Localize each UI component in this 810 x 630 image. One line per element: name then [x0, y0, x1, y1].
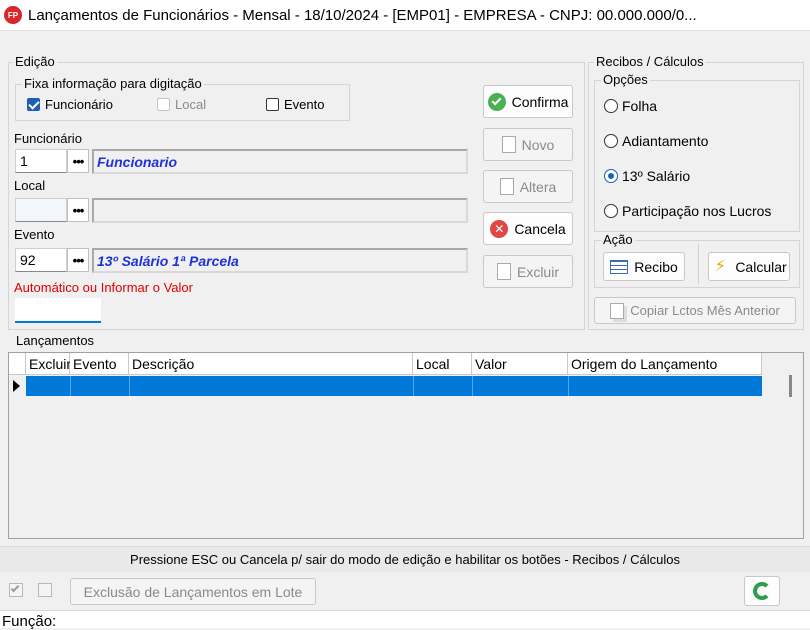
column-header-origem[interactable]: Origem do Lançamento	[568, 353, 762, 375]
radio-unselected-icon	[604, 204, 618, 218]
cancela-button[interactable]: ✕ Cancela	[483, 212, 573, 245]
calcular-button[interactable]: ⚡ Calcular	[708, 252, 790, 281]
evento-label: Evento	[14, 227, 55, 242]
radio-unselected-icon	[604, 134, 618, 148]
check-circle-icon	[487, 92, 506, 111]
app-logo-icon: FP	[4, 6, 22, 24]
fix-local-checkbox[interactable]: Local	[157, 97, 206, 112]
copiar-lctos-button[interactable]: Copiar Lctos Mês Anterior	[594, 297, 796, 324]
evento-code-input[interactable]: 92	[15, 248, 67, 272]
grid-corner-header	[9, 353, 26, 375]
funcionario-label: Funcionário	[14, 131, 82, 146]
unselect-all-checkbox[interactable]	[38, 583, 52, 597]
edicao-group-label: Edição	[13, 54, 57, 69]
refresh-c-icon	[753, 582, 771, 600]
radio-selected-icon	[604, 169, 618, 183]
option-adiantamento-radio[interactable]: Adiantamento	[604, 133, 708, 149]
recibos-group-label: Recibos / Cálculos	[594, 54, 706, 69]
column-header-local[interactable]: Local	[413, 353, 472, 375]
funcionario-description: Funcionario	[92, 149, 468, 174]
window-title: Lançamentos de Funcionários - Mensal - 1…	[28, 7, 697, 24]
confirma-button[interactable]: Confirma	[483, 85, 573, 118]
recibo-label: Recibo	[634, 258, 678, 275]
scrollbar-thumb[interactable]	[789, 375, 792, 397]
novo-button[interactable]: Novo	[483, 128, 573, 161]
copy-icon	[610, 302, 625, 319]
evento-lookup-button[interactable]: •••	[67, 248, 89, 272]
title-bar: FP Lançamentos de Funcionários - Mensal …	[0, 0, 810, 30]
table-row[interactable]	[26, 376, 762, 396]
status-bar: Pressione ESC ou Cancela p/ sair do modo…	[0, 546, 810, 572]
funcionario-code-input[interactable]: 1	[15, 149, 67, 173]
valor-hint-label: Automático ou Informar o Valor	[14, 280, 193, 295]
copiar-lctos-label: Copiar Lctos Mês Anterior	[630, 303, 780, 318]
valor-input[interactable]	[15, 298, 101, 323]
column-header-excluir[interactable]: Excluir	[26, 353, 71, 375]
option-participacao-label: Participação nos Lucros	[622, 203, 772, 219]
row-cell-divider	[568, 376, 569, 396]
lancamentos-grid[interactable]: Excluir Evento Descrição Local Valor Ori…	[8, 352, 804, 539]
fix-funcionario-checkbox[interactable]: Funcionário	[27, 97, 113, 112]
local-label: Local	[14, 178, 46, 193]
checkbox-unchecked-icon	[266, 98, 279, 111]
delete-document-icon	[496, 263, 511, 280]
row-cell-divider	[413, 376, 414, 396]
local-description	[92, 198, 468, 223]
checkbox-checked-icon	[27, 98, 40, 111]
option-participacao-radio[interactable]: Participação nos Lucros	[604, 203, 771, 219]
fix-local-label: Local	[175, 97, 207, 112]
excluir-label: Excluir	[516, 263, 559, 280]
new-document-icon	[501, 136, 516, 153]
fix-funcionario-label: Funcionário	[45, 97, 113, 112]
altera-label: Altera	[519, 178, 557, 195]
row-cell-divider	[129, 376, 130, 396]
local-code-input[interactable]	[15, 198, 67, 222]
novo-label: Novo	[521, 136, 555, 153]
lancamentos-group-label: Lançamentos	[14, 333, 97, 348]
radio-unselected-icon	[604, 99, 618, 113]
recibo-button[interactable]: Recibo	[603, 252, 685, 281]
acao-group-label: Ação	[601, 232, 635, 247]
table-grid-icon	[610, 259, 629, 274]
column-header-evento[interactable]: Evento	[70, 353, 129, 375]
row-pointer-icon	[13, 380, 20, 392]
title-divider	[0, 30, 810, 31]
grid-scrollbar[interactable]	[779, 353, 803, 538]
function-bar: Função:	[0, 610, 810, 630]
exclusao-lote-label: Exclusão de Lançamentos em Lote	[83, 583, 303, 600]
fix-evento-checkbox[interactable]: Evento	[266, 97, 324, 112]
local-lookup-button[interactable]: •••	[67, 198, 89, 222]
calcular-label: Calcular	[735, 258, 787, 275]
option-13-salario-radio[interactable]: 13º Salário	[604, 168, 690, 184]
checkbox-unchecked-icon	[157, 98, 170, 111]
fix-evento-label: Evento	[284, 97, 325, 112]
bottom-toolbar: Exclusão de Lançamentos em Lote	[0, 572, 810, 610]
evento-description: 13º Salário 1ª Parcela	[92, 248, 468, 273]
option-13-salario-label: 13º Salário	[622, 168, 691, 184]
edit-document-icon	[499, 178, 514, 195]
row-cell-divider	[472, 376, 473, 396]
select-all-checkbox[interactable]	[9, 583, 23, 597]
help-button[interactable]	[744, 576, 780, 606]
opcoes-group-label: Opções	[601, 72, 650, 87]
status-message: Pressione ESC ou Cancela p/ sair do modo…	[130, 552, 680, 567]
funcionario-lookup-button[interactable]: •••	[67, 149, 89, 173]
fixa-group-label: Fixa informação para digitação	[22, 76, 204, 91]
column-header-descricao[interactable]: Descrição	[129, 353, 413, 375]
row-cell-divider	[70, 376, 71, 396]
excluir-button[interactable]: Excluir	[483, 255, 573, 288]
funcao-label: Função:	[2, 613, 57, 630]
acao-divider	[698, 244, 699, 284]
option-adiantamento-label: Adiantamento	[622, 133, 709, 149]
altera-button[interactable]: Altera	[483, 170, 573, 203]
option-folha-label: Folha	[622, 98, 658, 114]
column-header-valor[interactable]: Valor	[472, 353, 568, 375]
confirma-label: Confirma	[511, 93, 569, 110]
check-icon	[10, 583, 20, 593]
lightning-calc-icon: ⚡	[714, 257, 726, 275]
cancel-circle-icon: ✕	[490, 219, 509, 238]
exclusao-lote-button[interactable]: Exclusão de Lançamentos em Lote	[70, 578, 316, 605]
option-folha-radio[interactable]: Folha	[604, 98, 657, 114]
cancela-label: Cancela	[514, 220, 566, 237]
